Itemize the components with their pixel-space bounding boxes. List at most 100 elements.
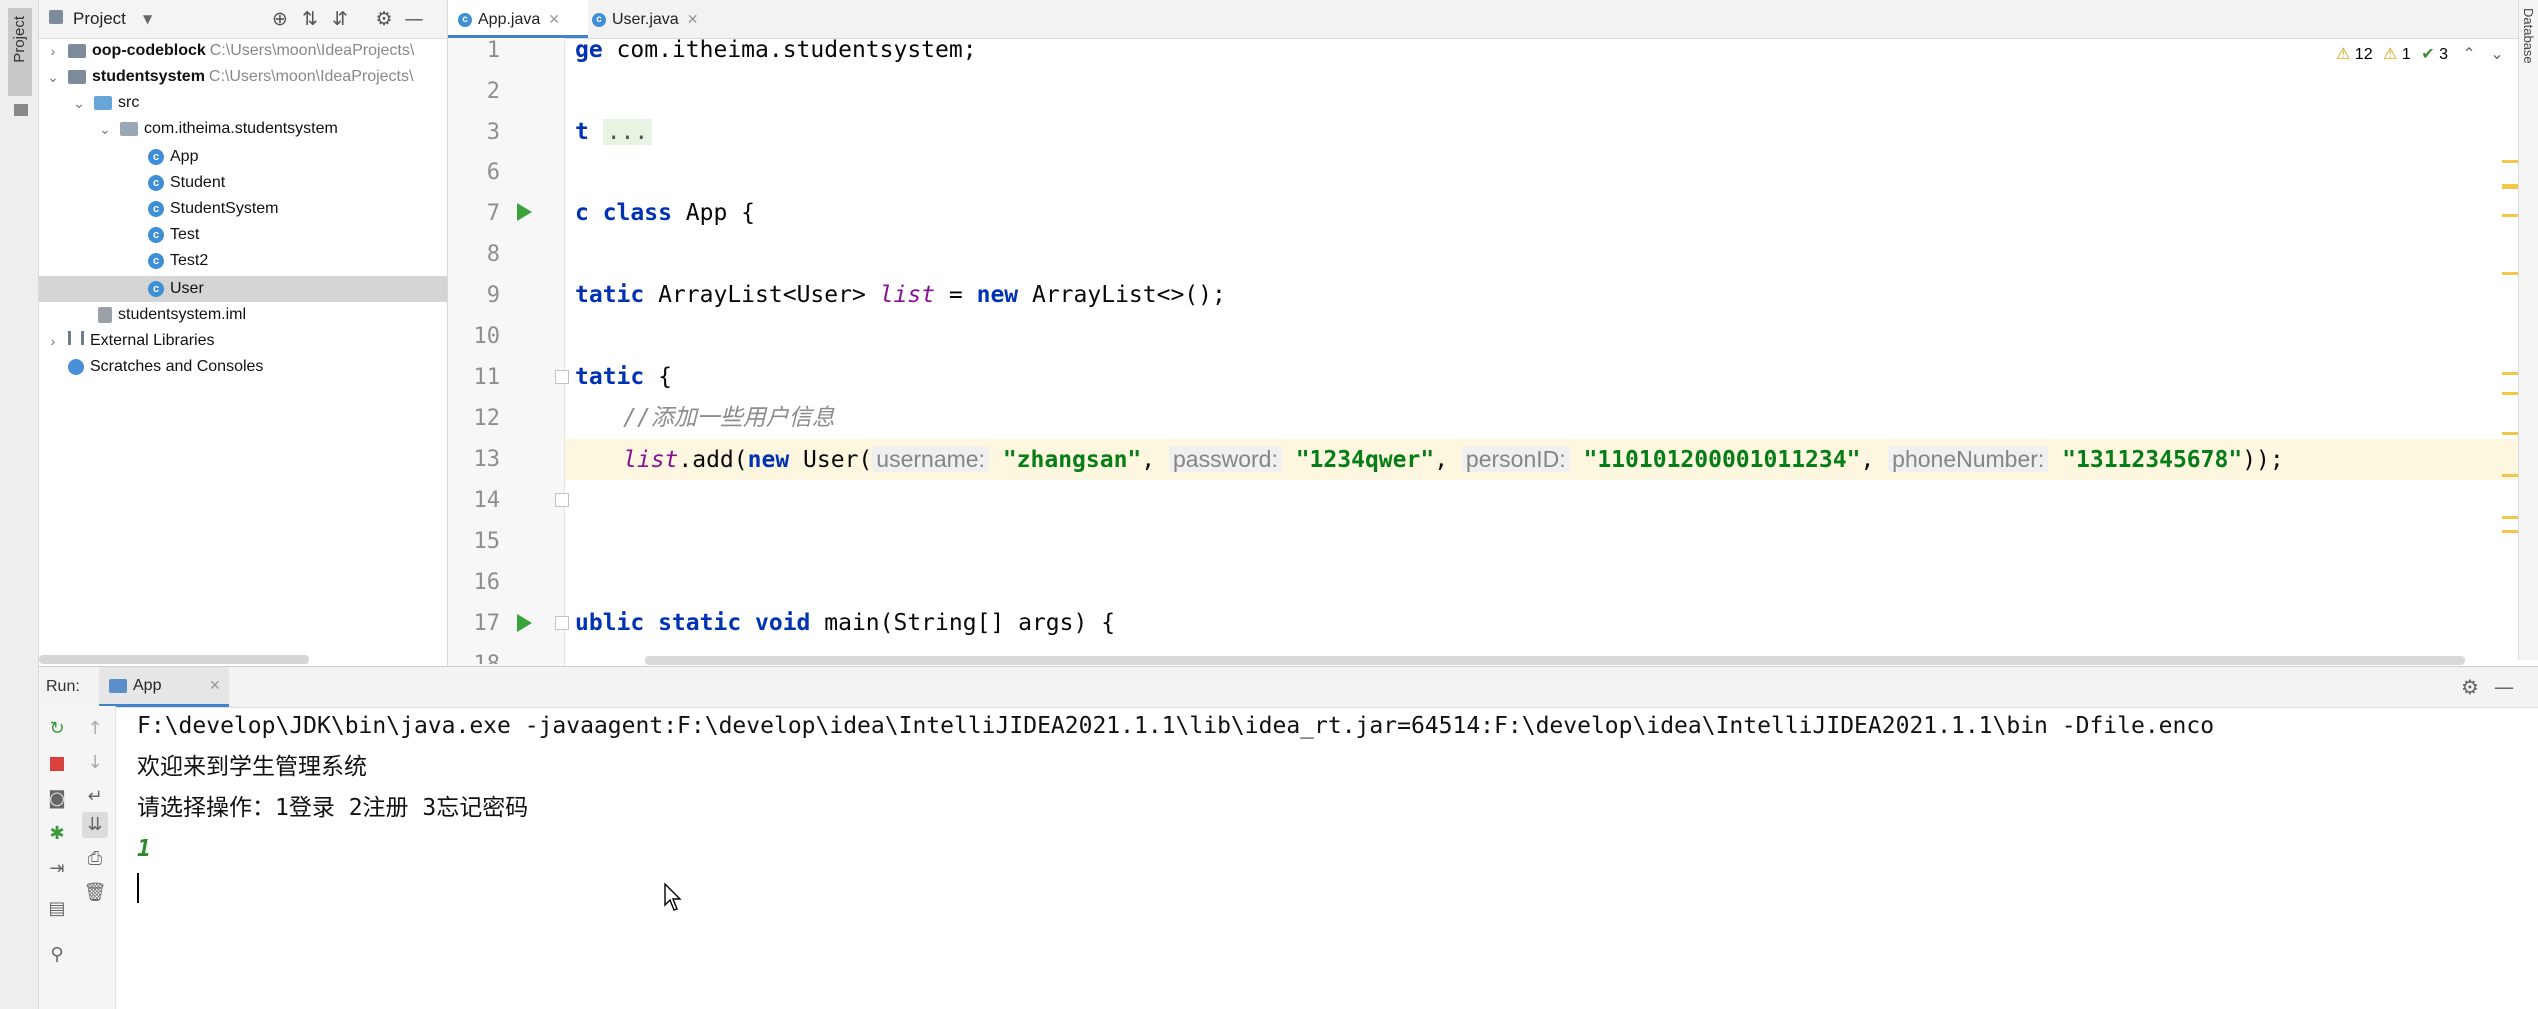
- class-icon: c: [148, 280, 164, 297]
- arrow-up-icon[interactable]: ↑: [82, 716, 108, 742]
- trash-icon[interactable]: 🗑: [82, 880, 108, 906]
- folded-imports[interactable]: ...: [602, 119, 653, 145]
- line-number: 13: [473, 447, 501, 472]
- close-icon[interactable]: ✕: [209, 667, 221, 705]
- layout-icon[interactable]: ▤: [44, 896, 70, 922]
- warning-marker[interactable]: [2502, 474, 2518, 477]
- tree-item-test2[interactable]: c Test2: [148, 248, 208, 274]
- warning-marker[interactable]: [2502, 184, 2518, 189]
- hide-panel-icon[interactable]: —: [401, 6, 427, 32]
- tree-item-package[interactable]: ⌄ com.itheima.studentsystem: [96, 116, 338, 142]
- soft-wrap-icon[interactable]: ↵: [82, 784, 108, 810]
- code-line-3[interactable]: t ...: [575, 112, 653, 153]
- line-number: 11: [473, 365, 501, 390]
- console-line-command: F:\develop\JDK\bin\java.exe -javaagent:F…: [137, 713, 2215, 739]
- module-folder-icon: [68, 43, 86, 58]
- warning-marker[interactable]: [2502, 214, 2518, 217]
- module-folder-icon: [68, 69, 86, 84]
- line-number: 15: [473, 529, 501, 554]
- console-input-caret[interactable]: [137, 873, 139, 903]
- rerun-icon[interactable]: ↻: [44, 716, 70, 742]
- chevron-down-icon[interactable]: ▼: [143, 0, 152, 38]
- line-number: 8: [486, 242, 500, 267]
- project-stripe-label: Project: [11, 16, 28, 63]
- chevron-down-icon[interactable]: ⌄: [96, 116, 114, 142]
- warning-marker[interactable]: [2502, 272, 2518, 275]
- line-number: 3: [486, 120, 500, 145]
- code-line-1[interactable]: ge com.itheima.studentsystem;: [575, 30, 977, 71]
- run-panel-header: Run: App ✕ ⚙ —: [39, 666, 2538, 708]
- chevron-down-icon[interactable]: ⌄: [44, 64, 62, 90]
- gear-icon[interactable]: ⚙: [371, 6, 397, 32]
- chevron-right-icon[interactable]: ›: [44, 328, 62, 354]
- code-line-7[interactable]: c class App {: [575, 193, 755, 234]
- structure-icon[interactable]: [14, 104, 28, 116]
- fold-marker-icon[interactable]: [555, 493, 569, 507]
- next-highlight-icon[interactable]: ⌄: [2490, 46, 2503, 63]
- tree-item-studentsystem[interactable]: ⌄ studentsystem C:\Users\moon\IdeaProject…: [44, 64, 413, 90]
- tree-item-app[interactable]: c App: [148, 144, 198, 170]
- editor-horizontal-scrollbar[interactable]: [645, 656, 2465, 665]
- run-config-icon: [109, 679, 127, 693]
- line-number: 1: [486, 38, 500, 63]
- inspections-widget[interactable]: ⚠ 12 ⚠ 1 ✔ 3 ⌃ ⌄: [2336, 42, 2504, 68]
- warning-marker[interactable]: [2502, 530, 2518, 533]
- left-tool-stripe: [0, 0, 39, 1009]
- parameter-hint: password:: [1169, 446, 1282, 472]
- hide-panel-icon[interactable]: —: [2494, 667, 2514, 707]
- stop-icon[interactable]: [44, 751, 70, 777]
- fold-marker-icon[interactable]: [555, 370, 569, 384]
- debug-icon[interactable]: ✱: [44, 821, 70, 847]
- locate-file-icon[interactable]: ⊕: [267, 6, 293, 32]
- code-line-17[interactable]: ublic static void main(String[] args) {: [575, 603, 1115, 644]
- code-line-11[interactable]: tatic {: [575, 357, 672, 398]
- warning-marker[interactable]: [2502, 160, 2518, 163]
- code-line-12[interactable]: //添加一些用户信息: [623, 398, 835, 439]
- scratches-icon: [68, 358, 84, 375]
- project-view-icon: [49, 10, 63, 24]
- database-tool-window-button[interactable]: Database: [2521, 8, 2537, 108]
- run-gutter-icon[interactable]: [517, 203, 532, 221]
- previous-highlight-icon[interactable]: ⌃: [2462, 46, 2475, 63]
- close-icon[interactable]: ✕: [687, 11, 699, 27]
- tree-item-user[interactable]: c User: [148, 276, 204, 302]
- chevron-down-icon[interactable]: ⌄: [70, 90, 88, 116]
- run-gutter-icon[interactable]: [517, 614, 532, 632]
- weak-warning-icon: ⚠: [2383, 46, 2398, 63]
- tree-item-scratches[interactable]: Scratches and Consoles: [68, 354, 263, 380]
- camera-icon[interactable]: ◙: [44, 786, 70, 812]
- chevron-right-icon[interactable]: ›: [44, 38, 62, 64]
- pin-icon[interactable]: ⚲: [44, 942, 70, 968]
- arrow-down-icon[interactable]: ↓: [82, 750, 108, 776]
- tree-item-oop-codeblock[interactable]: › oop-codeblock C:\Users\moon\IdeaProject…: [44, 38, 415, 64]
- tree-item-studentsystem-class[interactable]: c StudentSystem: [148, 196, 279, 222]
- tree-item-student[interactable]: c Student: [148, 170, 225, 196]
- expand-all-icon[interactable]: ⇅: [297, 6, 323, 32]
- source-folder-icon: [94, 95, 112, 110]
- tree-item-src[interactable]: ⌄ src: [70, 90, 139, 116]
- console-line-user-input: 1: [137, 836, 151, 862]
- project-view-selector[interactable]: Project: [73, 0, 126, 38]
- scroll-to-end-icon[interactable]: ⇊: [82, 812, 108, 838]
- close-icon[interactable]: ✕: [548, 11, 560, 27]
- warning-marker[interactable]: [2502, 432, 2518, 435]
- line-number: 17: [473, 611, 501, 636]
- package-icon: [120, 121, 138, 136]
- tab-run-app[interactable]: App ✕: [99, 667, 229, 707]
- warning-marker[interactable]: [2502, 372, 2518, 375]
- collapse-all-icon[interactable]: ⇵: [327, 6, 353, 32]
- project-tool-window-button[interactable]: Project: [8, 8, 32, 96]
- tree-item-iml[interactable]: studentsystem.iml: [98, 302, 246, 328]
- exit-icon[interactable]: ⇥: [44, 856, 70, 882]
- gear-icon[interactable]: ⚙: [2461, 667, 2479, 707]
- project-horizontal-scrollbar[interactable]: [39, 655, 309, 664]
- code-line-13[interactable]: list.add(new User(username: "zhangsan", …: [623, 439, 2284, 480]
- tree-item-test[interactable]: c Test: [148, 222, 199, 248]
- print-icon[interactable]: ⎙: [82, 846, 108, 872]
- line-number: 18: [448, 644, 501, 664]
- fold-marker-icon[interactable]: [555, 616, 569, 630]
- code-line-9[interactable]: tatic ArrayList<User> list = new ArrayLi…: [575, 275, 1226, 316]
- tree-item-external-libraries[interactable]: › External Libraries: [44, 328, 215, 354]
- warning-marker[interactable]: [2502, 516, 2518, 519]
- warning-marker[interactable]: [2502, 392, 2518, 395]
